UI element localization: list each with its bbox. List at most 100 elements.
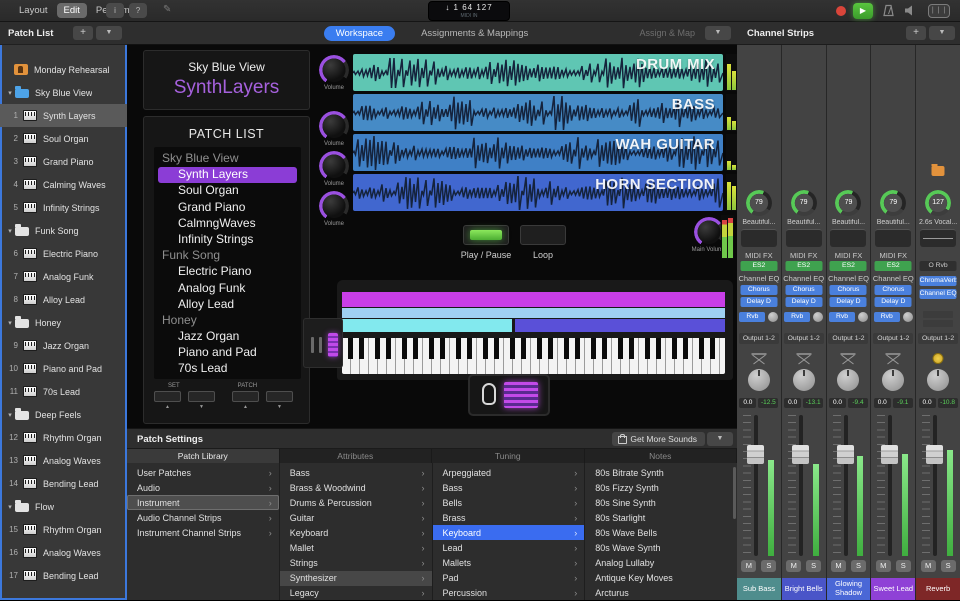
pan-knob[interactable] xyxy=(748,369,770,391)
library-item-audio[interactable]: Audio› xyxy=(127,480,279,495)
fx-slot-delay[interactable]: Delay D xyxy=(740,297,777,307)
list-item[interactable]: CalmngWaves xyxy=(154,216,301,232)
pan-knob[interactable] xyxy=(793,369,815,391)
solo-button[interactable]: S xyxy=(941,560,956,572)
output-slot[interactable]: Output 1-2 xyxy=(918,333,958,344)
plugin-thumbnail[interactable] xyxy=(786,229,822,247)
loop-button[interactable] xyxy=(520,225,566,245)
library-item-keyboard[interactable]: Keyboard› xyxy=(280,525,432,540)
track-volume-knob-4[interactable]: Volume xyxy=(317,194,351,227)
workspace-action-menu[interactable]: ▼ xyxy=(705,26,731,40)
eq-slot[interactable]: Channel EQ xyxy=(782,274,826,283)
library-item-brass-woodwind[interactable]: Brass & Woodwind› xyxy=(280,480,432,495)
output-slot[interactable]: Output 1-2 xyxy=(784,333,824,344)
list-item[interactable]: Soul Organ xyxy=(154,183,301,199)
solo-button[interactable]: S xyxy=(896,560,911,572)
layer-band-glowing-shadow[interactable]: Glowing Shadow xyxy=(342,308,725,318)
library-item-strings[interactable]: Strings› xyxy=(280,556,432,571)
library-item-keyboard-selected[interactable]: Keyboard› xyxy=(433,525,585,540)
tab-assignments-mappings[interactable]: Assignments & Mappings xyxy=(409,26,540,41)
info-button[interactable]: i xyxy=(106,3,124,18)
set-row-flow[interactable]: ▾Flow xyxy=(0,495,127,518)
send-rvb[interactable]: Rvb xyxy=(829,312,855,322)
tab-attributes[interactable]: Attributes xyxy=(280,449,433,463)
list-item[interactable]: Grand Piano xyxy=(154,200,301,216)
smart-knob[interactable]: 127 xyxy=(925,190,951,216)
list-item[interactable]: Analog Funk xyxy=(154,281,301,297)
fader-cap[interactable] xyxy=(837,445,854,464)
library-item-user-patches[interactable]: User Patches› xyxy=(127,465,279,480)
layer-band-bright-bells[interactable]: Bright Bells xyxy=(515,319,725,332)
strip-name[interactable]: Glowing Shadow xyxy=(827,578,871,600)
concert-row[interactable]: Monday Rehearsal xyxy=(0,58,127,81)
patch-settings-action-menu[interactable]: ▼ xyxy=(707,432,733,446)
metronome-icon[interactable] xyxy=(882,4,895,17)
pitch-mod-module[interactable] xyxy=(303,318,343,368)
preset-antique-key-moves[interactable]: Antique Key Moves xyxy=(585,571,737,586)
eq-slot[interactable]: Channel EQ xyxy=(737,274,781,283)
instrument-slot[interactable]: ES2 xyxy=(875,261,912,271)
instrument-slot[interactable]: ES2 xyxy=(740,261,777,271)
patch-row-grand-piano[interactable]: 3Grand Piano xyxy=(0,150,127,173)
library-item-bass[interactable]: Bass› xyxy=(280,465,432,480)
vocoder-device[interactable] xyxy=(468,374,550,416)
speaker-icon[interactable] xyxy=(904,4,916,17)
volume-fader[interactable] xyxy=(916,413,960,558)
patch-row-infinity-strings[interactable]: 5Infinity Strings xyxy=(0,196,127,219)
list-item[interactable]: Alloy Lead xyxy=(154,297,301,313)
instrument-slot[interactable]: ES2 xyxy=(785,261,822,271)
assign-map-button[interactable]: Assign & Map xyxy=(639,28,695,38)
patch-row-piano-and-pad[interactable]: 10Piano and Pad xyxy=(0,357,127,380)
set-down-button[interactable] xyxy=(188,391,215,402)
patch-row-bending-lead-2[interactable]: 17Bending Lead xyxy=(0,564,127,587)
preset-80s-starlight[interactable]: 80s Starlight xyxy=(585,510,737,525)
strip-name[interactable]: Reverb xyxy=(916,578,960,600)
fader-cap[interactable] xyxy=(792,445,809,464)
library-item-bells[interactable]: Bells› xyxy=(433,495,585,510)
list-item[interactable]: 70s Lead xyxy=(154,361,301,377)
patch-row-rhythm-organ[interactable]: 12Rhythm Organ xyxy=(0,426,127,449)
list-item[interactable]: Piano and Pad xyxy=(154,345,301,361)
smart-knob[interactable]: 79 xyxy=(835,190,861,216)
tab-tuning[interactable]: Tuning xyxy=(432,449,585,463)
patch-row-analog-funk[interactable]: 7Analog Funk xyxy=(0,265,127,288)
input-slot[interactable]: O Rvb xyxy=(920,261,957,271)
mute-button[interactable]: M xyxy=(921,560,936,572)
piano-keys[interactable] xyxy=(342,338,725,374)
plugin-thumbnail[interactable] xyxy=(875,229,911,247)
patch-row-rhythm-organ-2[interactable]: 15Rhythm Organ xyxy=(0,518,127,541)
library-item-instrument[interactable]: Instrument› xyxy=(127,495,279,510)
play-button[interactable]: ▶ xyxy=(853,3,873,19)
library-item-audio-channel-strips[interactable]: Audio Channel Strips› xyxy=(127,510,279,525)
library-item-percussion[interactable]: Percussion› xyxy=(433,586,585,601)
pan-knob[interactable] xyxy=(927,369,949,391)
track-volume-knob-2[interactable]: Volume xyxy=(317,114,351,147)
library-item-drums-percussion[interactable]: Drums & Percussion› xyxy=(280,495,432,510)
library-item-synthesizer[interactable]: Synthesizer› xyxy=(280,571,432,586)
preset-80s-sine-synth[interactable]: 80s Sine Synth xyxy=(585,495,737,510)
library-item-pad[interactable]: Pad› xyxy=(433,571,585,586)
library-item-brass[interactable]: Brass› xyxy=(433,510,585,525)
scrollbar[interactable] xyxy=(733,467,736,519)
fx-slot-delay[interactable]: Delay D xyxy=(785,297,822,307)
patch-down-button[interactable] xyxy=(266,391,293,402)
list-item[interactable]: Infinity Strings xyxy=(154,232,301,248)
eq-slot[interactable]: Channel EQ xyxy=(827,274,871,283)
send-knob[interactable] xyxy=(903,312,913,322)
fx-slot-chromaverb[interactable]: ChromaVerb xyxy=(920,276,957,286)
mode-edit[interactable]: Edit xyxy=(57,3,87,18)
instrument-slot[interactable]: ES2 xyxy=(830,261,867,271)
solo-button[interactable]: S xyxy=(761,560,776,572)
library-item-arpeggiated[interactable]: Arpeggiated› xyxy=(433,465,585,480)
set-row-funk-song[interactable]: ▾Funk Song xyxy=(0,219,127,242)
record-button[interactable] xyxy=(836,6,846,16)
patch-row-analog-waves-2[interactable]: 16Analog Waves xyxy=(0,541,127,564)
preset-analog-lullaby[interactable]: Analog Lullaby xyxy=(585,556,737,571)
tab-workspace[interactable]: Workspace xyxy=(324,26,395,41)
master-mute-button[interactable]: | | | xyxy=(928,4,950,18)
patch-row-bending-lead[interactable]: 14Bending Lead xyxy=(0,472,127,495)
knob[interactable] xyxy=(322,194,346,218)
knob[interactable] xyxy=(322,154,346,178)
empty-slot[interactable] xyxy=(923,320,953,327)
set-row-sky-blue-view[interactable]: ▾Sky Blue View xyxy=(0,81,127,104)
